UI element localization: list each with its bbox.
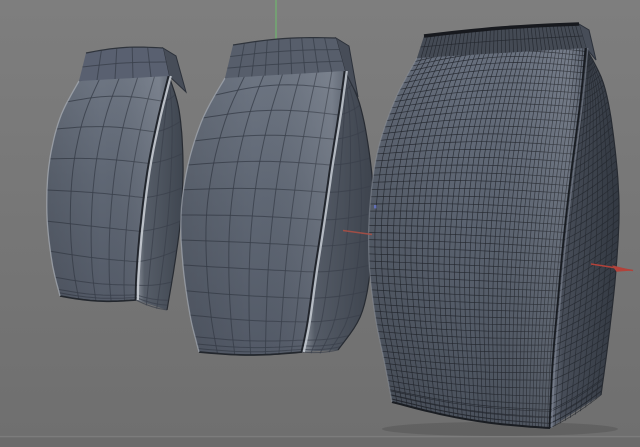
viewport-canvas[interactable]: [0, 0, 640, 447]
viewport-3d[interactable]: [0, 0, 640, 447]
floor-horizon-line: [0, 435, 640, 438]
floor-region: [0, 437, 640, 447]
z-axis-gizmo-tick[interactable]: [374, 205, 377, 209]
bag-model-high-poly-subdivided[interactable]: [367, 22, 620, 429]
